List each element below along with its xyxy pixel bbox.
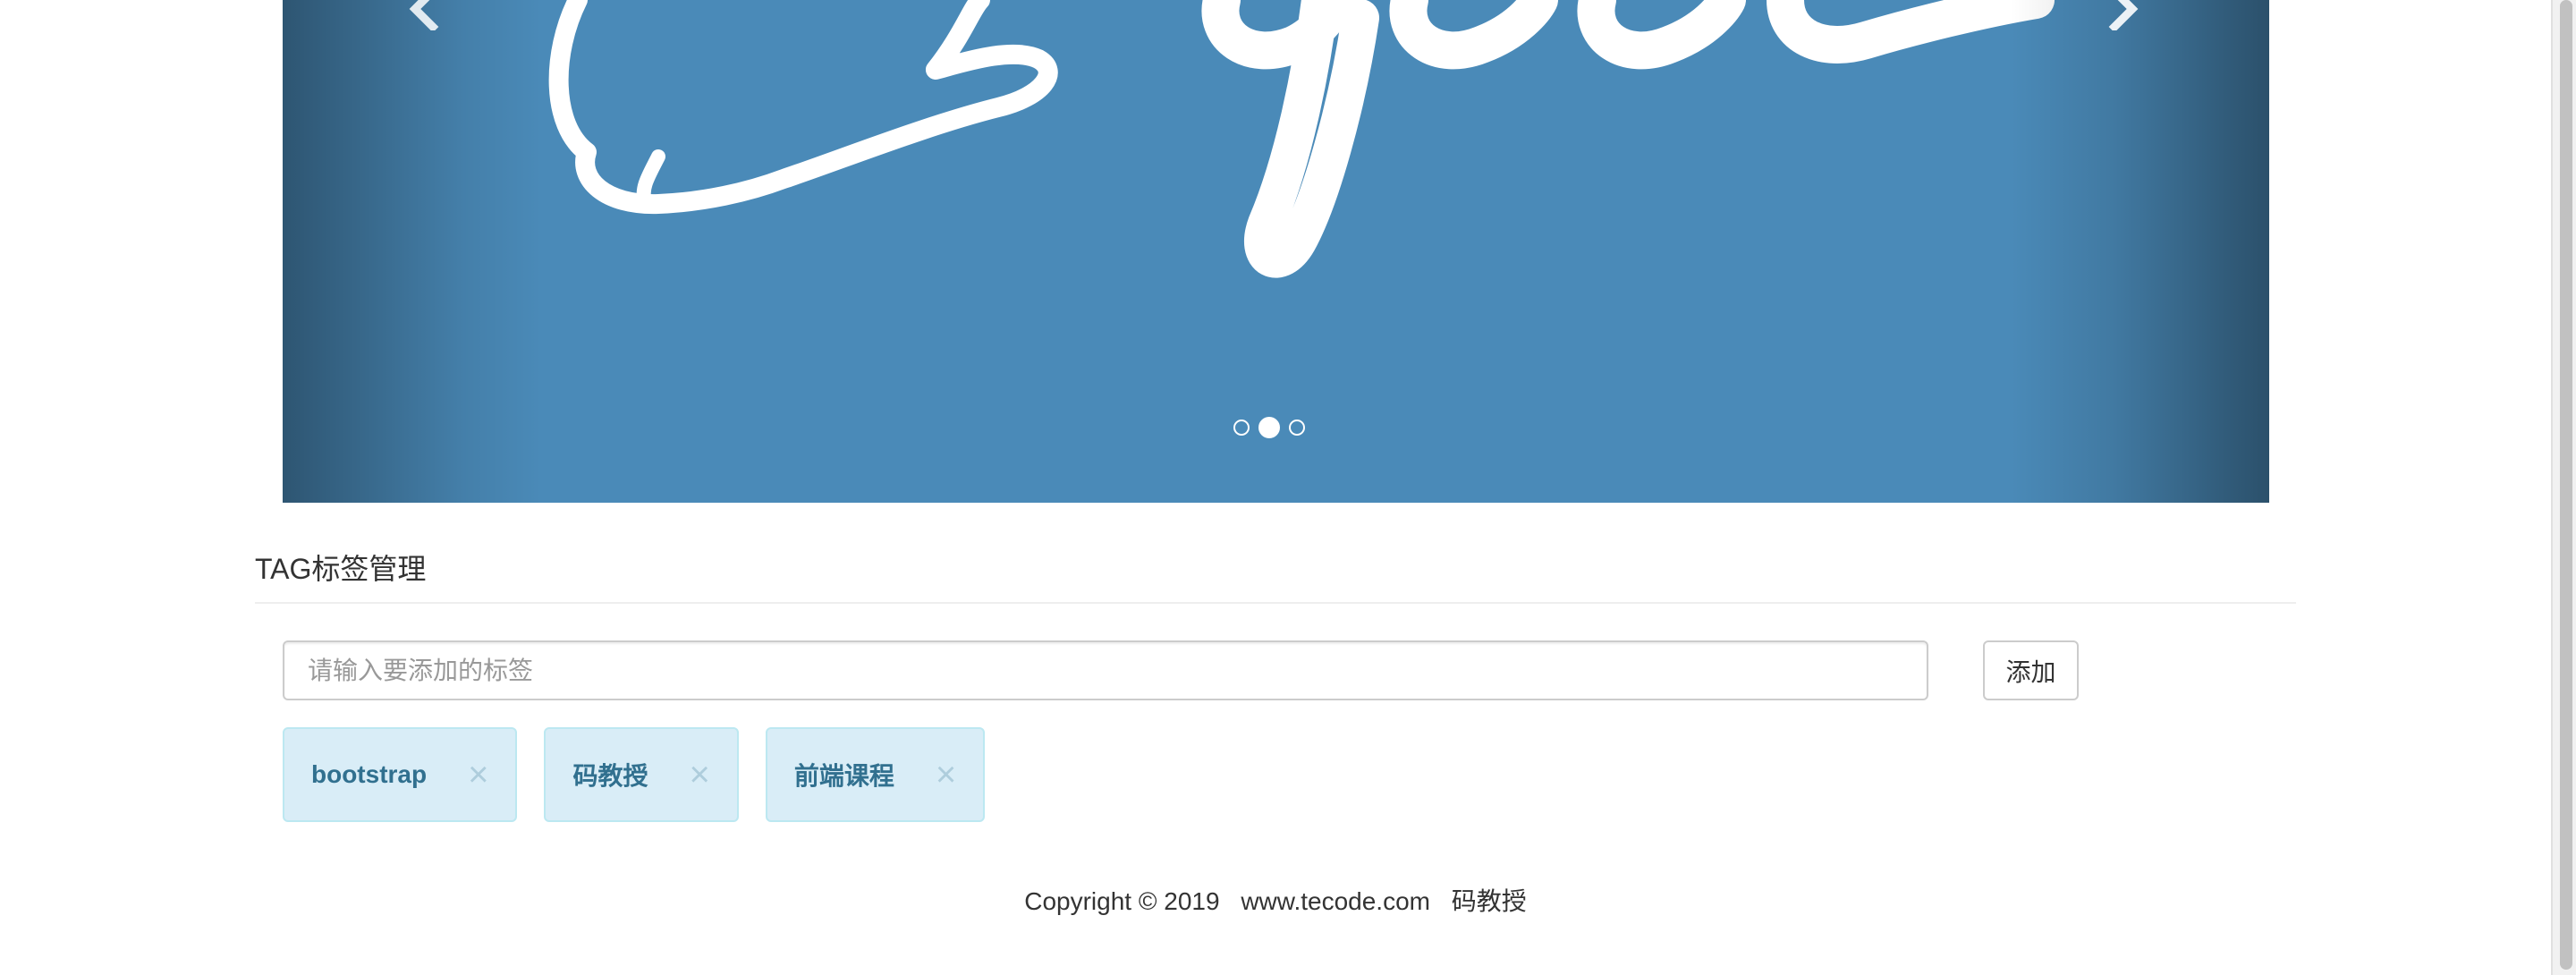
- tag-item: 码教授 ×: [544, 727, 739, 822]
- carousel-right-shade: [2010, 0, 2269, 503]
- carousel-indicator-active[interactable]: [1258, 417, 1280, 438]
- close-icon[interactable]: ×: [689, 757, 709, 793]
- close-icon[interactable]: ×: [468, 757, 488, 793]
- scrollbar-thumb[interactable]: [2560, 0, 2572, 970]
- chevron-left-icon: [409, 0, 439, 30]
- tag-input[interactable]: [283, 640, 1928, 700]
- section-title: TAG标签管理: [255, 553, 427, 585]
- carousel-prev-button[interactable]: [390, 0, 462, 45]
- tag-label: 前端课程: [793, 762, 894, 790]
- carousel-indicator[interactable]: [1233, 420, 1250, 436]
- page: TAG标签管理 添加 bootstrap × 码教授 × 前端课程 × Copy…: [0, 0, 2576, 975]
- tag-item: 前端课程 ×: [765, 727, 986, 822]
- footer-copyright: Copyright © 2019: [1024, 887, 1220, 915]
- tag-list: bootstrap × 码教授 × 前端课程 ×: [283, 727, 986, 822]
- carousel[interactable]: [283, 0, 2269, 503]
- footer-brand: 码教授: [1451, 887, 1527, 915]
- scrollbar-track[interactable]: [2551, 0, 2576, 975]
- hand-outline-graphic: [548, 0, 1058, 215]
- footer: Copyright © 2019 www.tecode.com 码教授: [0, 884, 2551, 920]
- section-divider: [255, 602, 2296, 604]
- close-icon[interactable]: ×: [936, 757, 956, 793]
- carousel-next-button[interactable]: [2086, 0, 2157, 45]
- add-tag-button[interactable]: 添加: [1983, 640, 2079, 700]
- carousel-indicator[interactable]: [1289, 420, 1305, 436]
- footer-site-link: www.tecode.com: [1241, 887, 1430, 915]
- carousel-indicators: [1233, 417, 1305, 438]
- tag-item: bootstrap ×: [283, 727, 518, 822]
- tag-label: bootstrap: [311, 760, 428, 788]
- tag-label: 码教授: [572, 762, 648, 790]
- carousel-left-shade: [283, 0, 542, 503]
- chevron-right-icon: [2108, 0, 2139, 30]
